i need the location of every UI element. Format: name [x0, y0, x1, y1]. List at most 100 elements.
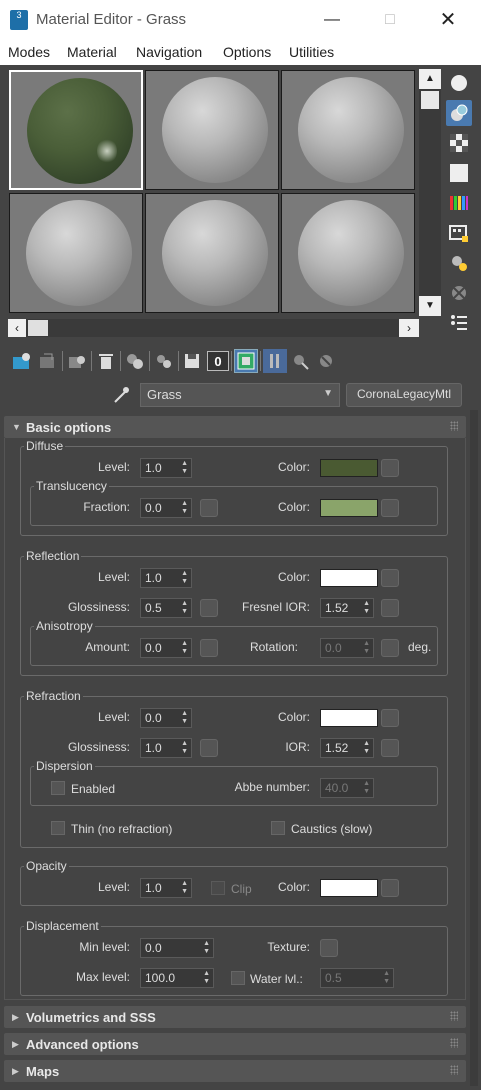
displacement-min-spinner[interactable]: 0.0 ▲ ▼	[140, 938, 214, 958]
scroll-thumb-h[interactable]	[28, 320, 48, 336]
refraction-ior-map-button[interactable]	[381, 739, 399, 757]
refraction-color-swatch[interactable]	[320, 709, 378, 727]
spinner-arrows-icon: ▲ ▼	[363, 600, 370, 615]
caustics-checkbox[interactable]	[271, 821, 285, 835]
label-anisotropy-rotation: Rotation:	[249, 640, 298, 654]
reflection-color-swatch[interactable]	[320, 569, 378, 587]
opacity-color-swatch[interactable]	[320, 879, 378, 897]
opacity-map-button[interactable]	[381, 879, 399, 897]
anisotropy-amount-spinner[interactable]: 0.0 ▲ ▼	[140, 638, 192, 658]
show-shaded-material-icon[interactable]	[234, 349, 258, 373]
sample-slot-3[interactable]	[281, 70, 415, 190]
menu-navigation[interactable]: Navigation	[136, 44, 202, 60]
rollout-volumetrics-sss[interactable]: ▶ Volumetrics and SSS	[4, 1006, 466, 1028]
scroll-up-icon[interactable]: ▲	[419, 69, 441, 89]
sample-slot-4[interactable]	[9, 193, 143, 313]
show-end-result-icon[interactable]	[263, 349, 287, 373]
rollout-advanced-options[interactable]: ▶ Advanced options	[4, 1033, 466, 1055]
sample-slot-6[interactable]	[281, 193, 415, 313]
anisotropy-amount-map-button[interactable]	[200, 639, 218, 657]
background-checker-icon[interactable]	[446, 130, 472, 156]
make-preview-icon[interactable]	[446, 220, 472, 246]
put-to-scene-icon[interactable]	[36, 349, 60, 373]
fresnel-ior-map-button[interactable]	[381, 599, 399, 617]
menu-modes[interactable]: Modes	[8, 44, 50, 60]
group-label-displacement: Displacement	[24, 919, 101, 933]
fresnel-ior-value: 1.52	[325, 601, 349, 615]
sample-vertical-scrollbar[interactable]: ▲ ▼	[419, 69, 441, 316]
pick-material-eyedropper-icon[interactable]	[108, 383, 134, 407]
displacement-texture-map-button[interactable]	[320, 939, 338, 957]
label-water-level: Water lvl.:	[250, 972, 303, 986]
refraction-ior-spinner[interactable]: 1.52 ▲ ▼	[320, 738, 374, 758]
displacement-max-spinner[interactable]: 100.0 ▲ ▼	[140, 968, 214, 988]
sample-uv-tiling-icon[interactable]	[446, 160, 472, 186]
reflection-glossiness-spinner[interactable]: 0.5 ▲ ▼	[140, 598, 192, 618]
go-to-parent-icon[interactable]	[289, 349, 313, 373]
translucency-color-swatch[interactable]	[320, 499, 378, 517]
close-button[interactable]: ✕	[436, 8, 460, 32]
reflection-glossiness-map-button[interactable]	[200, 599, 218, 617]
reflection-level-spinner[interactable]: 1.0 ▲ ▼	[140, 568, 192, 588]
rollout-maps[interactable]: ▶ Maps	[4, 1060, 466, 1082]
spinner-arrows-icon: ▲ ▼	[181, 570, 188, 585]
rollout-basic-options[interactable]: ▼ Basic options	[4, 416, 466, 438]
maximize-button[interactable]: □	[378, 8, 402, 32]
translucency-fraction-map-button[interactable]	[200, 499, 218, 517]
refraction-glossiness-map-button[interactable]	[200, 739, 218, 757]
backlight-icon[interactable]	[446, 100, 472, 126]
diffuse-level-spinner[interactable]: 1.0 ▲ ▼	[140, 458, 192, 478]
sample-horizontal-scrollbar[interactable]: ‹ ›	[8, 319, 419, 337]
scroll-right-icon[interactable]: ›	[399, 319, 419, 337]
dispersion-enabled-checkbox[interactable]	[51, 781, 65, 795]
sample-slot-2[interactable]	[145, 70, 279, 190]
video-color-check-icon[interactable]	[446, 190, 472, 216]
scroll-left-icon[interactable]: ‹	[8, 319, 26, 337]
fresnel-ior-spinner[interactable]: 1.52 ▲ ▼	[320, 598, 374, 618]
go-forward-sibling-icon[interactable]	[315, 349, 339, 373]
anisotropy-rotation-map-button[interactable]	[381, 639, 399, 657]
water-level-spinner[interactable]: 0.5 ▲ ▼	[320, 968, 394, 988]
make-unique-icon[interactable]	[123, 349, 147, 373]
refraction-map-button[interactable]	[381, 709, 399, 727]
select-by-material-icon[interactable]	[446, 280, 472, 306]
reflection-map-button[interactable]	[381, 569, 399, 587]
abbe-number-spinner[interactable]: 40.0 ▲ ▼	[320, 778, 374, 798]
group-label-refraction: Refraction	[24, 689, 83, 703]
menu-utilities[interactable]: Utilities	[289, 44, 334, 60]
translucency-fraction-spinner[interactable]: 0.0 ▲ ▼	[140, 498, 192, 518]
panel-scrollbar[interactable]	[470, 410, 478, 1086]
spinner-arrows-icon: ▲ ▼	[203, 940, 210, 955]
opacity-level-spinner[interactable]: 1.0 ▲ ▼	[140, 878, 192, 898]
put-to-library-icon[interactable]	[152, 349, 176, 373]
material-options-icon[interactable]	[446, 250, 472, 276]
material-type-button[interactable]: CoronaLegacyMtl	[346, 383, 462, 407]
diffuse-level-value: 1.0	[145, 461, 162, 475]
water-level-checkbox[interactable]	[231, 971, 245, 985]
translucency-map-button[interactable]	[381, 499, 399, 517]
reset-map-icon[interactable]	[94, 349, 118, 373]
scroll-down-icon[interactable]: ▼	[419, 296, 441, 316]
material-name-dropdown[interactable]: Grass ▼	[140, 383, 340, 407]
sample-slot-1[interactable]	[9, 70, 143, 190]
material-navigator-icon[interactable]	[446, 310, 472, 336]
scroll-thumb[interactable]	[421, 91, 439, 109]
thin-no-refraction-checkbox[interactable]	[51, 821, 65, 835]
refraction-glossiness-spinner[interactable]: 1.0 ▲ ▼	[140, 738, 192, 758]
sample-slot-5[interactable]	[145, 193, 279, 313]
minimize-button[interactable]: —	[320, 8, 344, 32]
sample-type-sphere-icon[interactable]	[446, 70, 472, 96]
group-label-reflection: Reflection	[24, 549, 82, 563]
diffuse-color-swatch[interactable]	[320, 459, 378, 477]
refraction-level-spinner[interactable]: 0.0 ▲ ▼	[140, 708, 192, 728]
get-material-icon[interactable]	[10, 349, 34, 373]
diffuse-map-button[interactable]	[381, 459, 399, 477]
assign-to-selection-icon[interactable]	[65, 349, 89, 373]
menu-options[interactable]: Options	[223, 44, 271, 60]
refraction-glossiness-value: 1.0	[145, 741, 162, 755]
opacity-clip-checkbox[interactable]	[211, 881, 225, 895]
menu-material[interactable]: Material	[67, 44, 117, 60]
material-id-count[interactable]: 0	[207, 351, 229, 371]
material-id-channel-icon[interactable]	[181, 349, 205, 373]
anisotropy-rotation-spinner[interactable]: 0.0 ▲ ▼	[320, 638, 374, 658]
